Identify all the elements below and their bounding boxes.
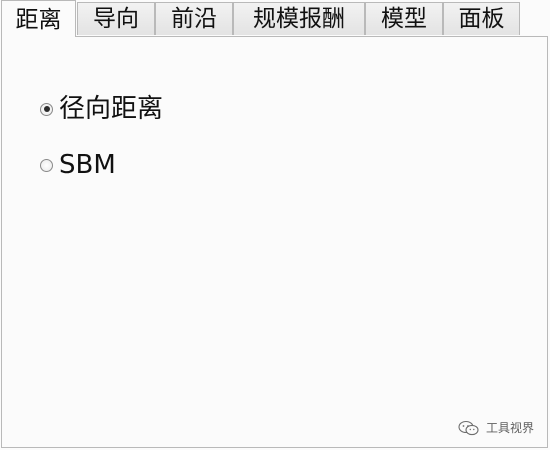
- radio-label-radial-distance: 径向距离: [59, 94, 164, 124]
- radio-sbm[interactable]: SBM: [40, 150, 116, 180]
- tab-frontier[interactable]: 前沿: [155, 2, 233, 35]
- tab-distance[interactable]: 距离: [1, 0, 76, 37]
- tab-content-panel: 径向距离 SBM: [1, 36, 548, 448]
- radio-button-unchecked[interactable]: [40, 158, 53, 172]
- watermark-text: 工具视界: [485, 421, 534, 435]
- watermark: 工具视界: [458, 419, 534, 436]
- tab-model[interactable]: 模型: [365, 2, 443, 35]
- tab-bar: 距离 导向 前沿 规模报酬 模型 面板: [0, 0, 550, 37]
- tab-orientation[interactable]: 导向: [77, 2, 155, 35]
- radio-button-checked[interactable]: [40, 102, 53, 116]
- radio-label-sbm: SBM: [59, 150, 116, 180]
- tab-returns-to-scale[interactable]: 规模报酬: [233, 2, 365, 35]
- radio-radial-distance[interactable]: 径向距离: [40, 94, 163, 124]
- tab-panel[interactable]: 面板: [443, 2, 520, 35]
- wechat-icon: [458, 420, 479, 435]
